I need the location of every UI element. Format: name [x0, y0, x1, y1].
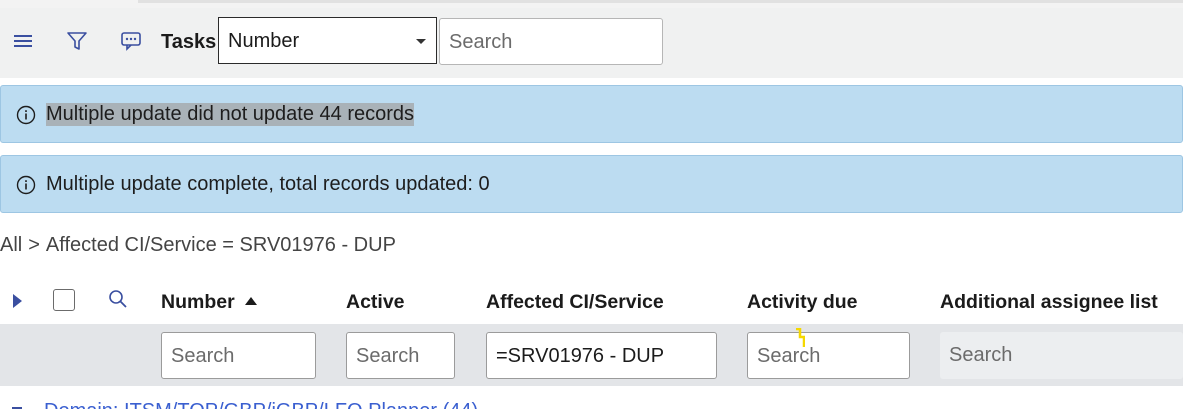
column-header-additional-assignee[interactable]: Additional assignee list: [940, 291, 1158, 314]
info-banner: Multiple update complete, total records …: [0, 155, 1183, 213]
breadcrumb-separator: >: [28, 234, 40, 256]
active-filter-input[interactable]: Search: [346, 332, 455, 379]
column-header-label: Number: [161, 291, 235, 313]
column-header-number[interactable]: Number: [161, 291, 257, 314]
list-search-input[interactable]: Search: [439, 18, 663, 65]
comment-icon[interactable]: [120, 30, 142, 52]
banner-message: Multiple update complete, total records …: [46, 173, 490, 195]
banner-message: Multiple update did not update 44 record…: [46, 103, 415, 126]
affected-ci-filter-input[interactable]: =SRV01976 - DUP: [486, 332, 717, 379]
sort-ascending-icon: [244, 297, 257, 305]
cursor-icon: [796, 328, 805, 347]
info-icon: [16, 175, 36, 195]
list-title: Tasks: [161, 31, 217, 53]
search-icon[interactable]: [108, 289, 128, 309]
column-header-activity-due[interactable]: Activity due: [747, 291, 858, 314]
column-filter-row: Search Search =SRV01976 - DUP Search Sea…: [0, 324, 1183, 386]
column-header-active[interactable]: Active: [346, 291, 405, 314]
column-header-affected-ci[interactable]: Affected CI/Service: [486, 291, 664, 314]
group-link[interactable]: Domain: ITSM/TOP/GBP/iGBP/LFO Planner (4…: [44, 400, 478, 409]
group-row: Domain: ITSM/TOP/GBP/iGBP/LFO Planner (4…: [0, 386, 1183, 409]
breadcrumb-condition-link[interactable]: Affected CI/Service = SRV01976 - DUP: [46, 234, 396, 256]
chevron-down-icon: [416, 39, 426, 44]
table-header-row: Number Active Affected CI/Service Activi…: [0, 280, 1183, 324]
activity-due-filter-input[interactable]: Search: [747, 332, 910, 379]
hamburger-menu-icon[interactable]: [12, 30, 34, 52]
breadcrumb-root-link[interactable]: All: [0, 234, 22, 256]
filter-icon[interactable]: [66, 30, 88, 52]
list-toolbar: Tasks Number Search: [0, 8, 1183, 78]
breadcrumb: All > Affected CI/Service = SRV01976 - DUP: [0, 234, 402, 257]
search-field-select-value: Number: [228, 30, 300, 52]
info-icon: [16, 105, 36, 125]
tab-line: [138, 0, 1183, 3]
info-banner: Multiple update did not update 44 record…: [0, 85, 1183, 143]
search-field-select[interactable]: Number: [218, 17, 437, 64]
number-filter-input[interactable]: Search: [161, 332, 316, 379]
expand-triangle-icon[interactable]: [13, 294, 22, 308]
select-all-checkbox[interactable]: [53, 289, 75, 311]
additional-assignee-filter-input: Search: [940, 332, 1183, 379]
top-strip: [0, 0, 1183, 8]
